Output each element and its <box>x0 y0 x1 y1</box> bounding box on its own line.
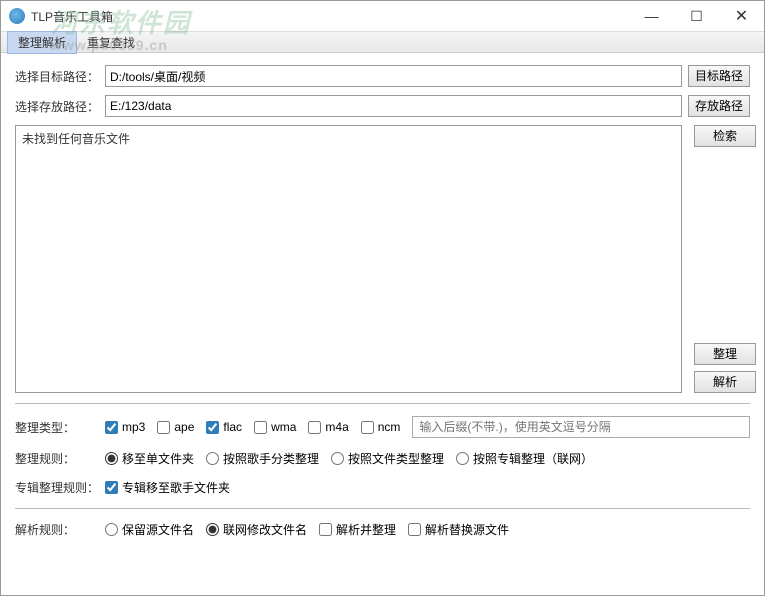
radio-by-album[interactable]: 按照专辑整理（联网） <box>456 450 593 467</box>
separator-2 <box>15 508 750 509</box>
checkbox-flac[interactable]: flac <box>206 420 242 434</box>
target-path-input[interactable] <box>105 65 682 87</box>
checkbox-parse-and-organize[interactable]: 解析并整理 <box>319 521 396 538</box>
checkbox-mp3[interactable]: mp3 <box>105 420 145 434</box>
window-controls: ― ☐ ✕ <box>629 1 764 31</box>
checkbox-parse-replace-source[interactable]: 解析替换源文件 <box>408 521 509 538</box>
separator <box>15 403 750 404</box>
save-path-label: 选择存放路径： <box>15 98 105 115</box>
parse-button[interactable]: 解析 <box>694 371 756 393</box>
album-rule-label: 专辑整理规则： <box>15 479 105 496</box>
titlebar: TLP音乐工具箱 ― ☐ ✕ <box>1 1 764 31</box>
radio-single-folder[interactable]: 移至单文件夹 <box>105 450 194 467</box>
radio-keep-filename[interactable]: 保留源文件名 <box>105 521 194 538</box>
results-box: 未找到任何音乐文件 <box>15 125 682 393</box>
menu-duplicate-find[interactable]: 重复查找 <box>77 32 145 53</box>
close-button[interactable]: ✕ <box>719 1 764 31</box>
window-title: TLP音乐工具箱 <box>31 8 629 25</box>
app-icon <box>9 8 25 24</box>
maximize-button[interactable]: ☐ <box>674 1 719 31</box>
parse-rule-label: 解析规则： <box>15 521 105 538</box>
save-path-input[interactable] <box>105 95 682 117</box>
checkbox-wma[interactable]: wma <box>254 420 296 434</box>
search-button[interactable]: 检索 <box>694 125 756 147</box>
results-text: 未找到任何音乐文件 <box>22 132 130 146</box>
target-path-button[interactable]: 目标路径 <box>688 65 750 87</box>
checkbox-ape[interactable]: ape <box>157 420 194 434</box>
organize-button[interactable]: 整理 <box>694 343 756 365</box>
minimize-button[interactable]: ― <box>629 1 674 31</box>
radio-by-filetype[interactable]: 按照文件类型整理 <box>331 450 444 467</box>
extension-input[interactable] <box>412 416 750 438</box>
menubar: 整理解析 重复查找 <box>1 31 764 53</box>
menu-organize-parse[interactable]: 整理解析 <box>7 31 77 54</box>
checkbox-ncm[interactable]: ncm <box>361 420 401 434</box>
save-path-button[interactable]: 存放路径 <box>688 95 750 117</box>
target-path-label: 选择目标路径： <box>15 68 105 85</box>
radio-online-rename[interactable]: 联网修改文件名 <box>206 521 307 538</box>
checkbox-m4a[interactable]: m4a <box>308 420 348 434</box>
radio-by-artist[interactable]: 按照歌手分类整理 <box>206 450 319 467</box>
type-label: 整理类型： <box>15 419 105 436</box>
rule-label: 整理规则： <box>15 450 105 467</box>
checkbox-album-to-artist[interactable]: 专辑移至歌手文件夹 <box>105 479 230 496</box>
